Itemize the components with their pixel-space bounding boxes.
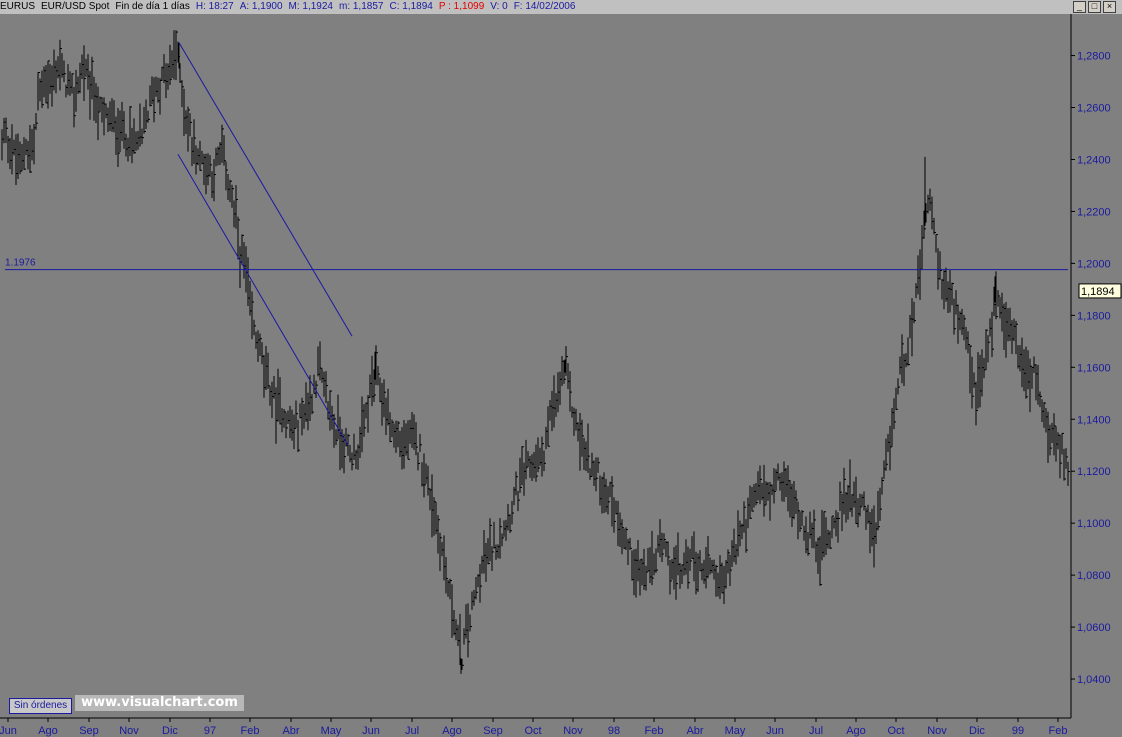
x-tick-label: Nov [927,725,947,737]
y-tick-label: 1,0600 [1077,622,1111,634]
y-tick-label: 1,2400 [1077,154,1111,166]
x-tick-label: Abr [686,725,703,737]
y-tick-label: 1,1400 [1077,414,1111,426]
x-tick-label: Ago [442,725,462,737]
x-tick-label: Dic [969,725,985,737]
y-tick-label: 1,2600 [1077,103,1111,115]
y-tick-label: 1,1800 [1077,310,1111,322]
x-tick-label: Jun [766,725,784,737]
x-tick-label: Nov [563,725,583,737]
x-tick-label: Feb [241,725,260,737]
y-tick-label: 1,0400 [1077,674,1111,686]
trend-line [178,42,353,337]
x-tick-label: 99 [1012,725,1024,737]
x-tick-label: Sep [483,725,503,737]
x-tick-label: Sep [79,725,99,737]
level-line-label: 1.1976 [5,258,36,269]
x-tick-label: Feb [645,725,664,737]
x-tick-label: Oct [524,725,541,737]
x-tick-label: Abr [282,725,299,737]
orders-button[interactable]: Sin órdenes [9,698,72,714]
x-tick-label: Jul [405,725,419,737]
y-tick-label: 1,1600 [1077,362,1111,374]
x-tick-label: Oct [887,725,904,737]
x-tick-label: May [321,725,342,737]
x-tick-label: Feb [1049,725,1068,737]
x-tick-label: Jun [0,725,17,737]
x-axis: Jun Ago Sep Nov Dic 97 Feb Abr May Jun Jul Ago Sep Oc… [0,717,1071,737]
y-tick-label: 1,1200 [1077,466,1111,478]
price-chart[interactable]: 1.1976 1,0400 1,0600 1,0800 1,1000 1,1200 1,1… [0,0,1122,737]
plot-area: 1.1976 [1,30,1070,674]
x-tick-label: May [725,725,746,737]
x-tick-label: Ago [846,725,866,737]
y-axis: 1,0400 1,0600 1,0800 1,1000 1,1200 1,1400 1,16… [1070,14,1122,718]
x-tick-label: 97 [204,725,216,737]
x-tick-label: Jul [809,725,823,737]
x-tick-label: Dic [162,725,178,737]
x-tick-label: Ago [38,725,58,737]
x-tick-label: Jun [362,725,380,737]
y-tick-label: 1,0800 [1077,570,1111,582]
y-tick-label: 1,2800 [1077,51,1111,63]
y-tick-label: 1,1000 [1077,518,1111,530]
x-tick-label: Nov [119,725,139,737]
y-tick-label: 1,2200 [1077,206,1111,218]
brand-watermark: www.visualchart.com [75,695,244,711]
x-tick-label: 98 [608,725,620,737]
y-tick-label: 1,2000 [1077,258,1111,270]
trend-line [177,154,349,446]
last-price-label: 1,1894 [1081,286,1115,298]
